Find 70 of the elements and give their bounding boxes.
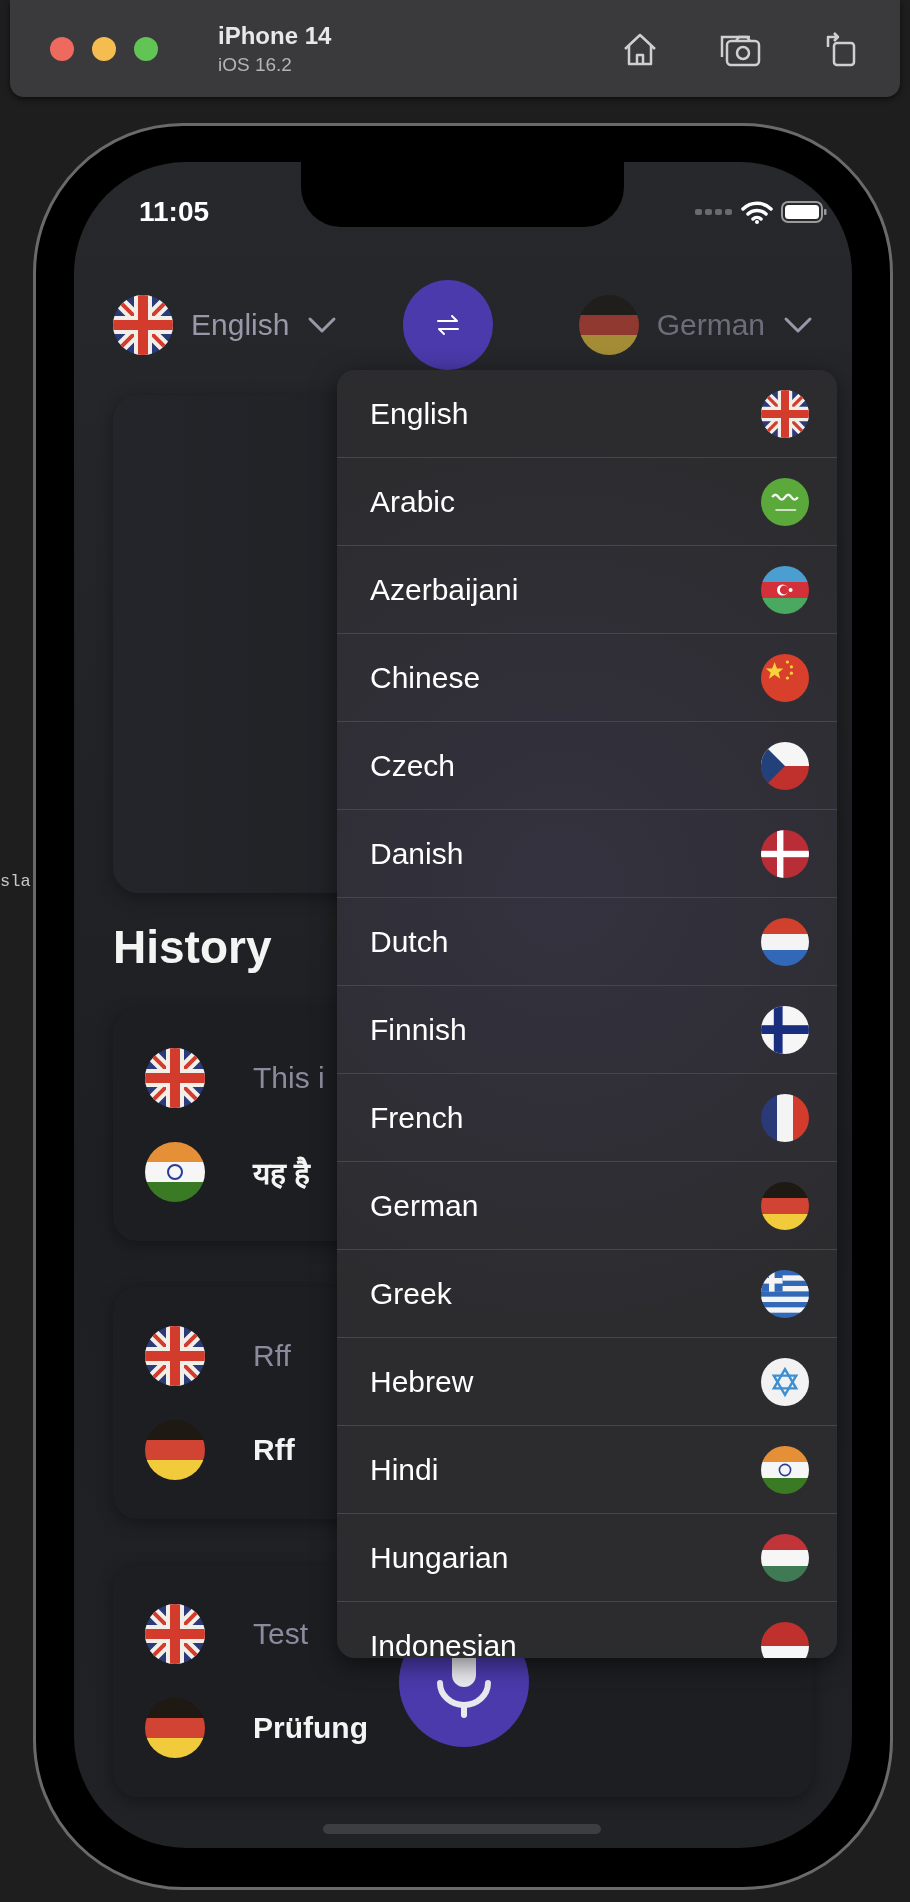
status-time: 11:05: [139, 196, 210, 228]
language-name: English: [370, 396, 469, 431]
language-menu-item[interactable]: Danish: [337, 810, 837, 898]
flag-icon: [761, 917, 809, 966]
zoom-icon[interactable]: [134, 36, 158, 61]
flag-icon: [145, 1420, 205, 1480]
flag-icon: [761, 1181, 809, 1230]
language-menu-item[interactable]: Hebrew: [337, 1338, 837, 1426]
flag-icon: [761, 1269, 809, 1318]
flag-icon: [761, 1533, 809, 1582]
language-name: German: [370, 1188, 479, 1223]
language-name: Indonesian: [370, 1628, 517, 1658]
flag-icon: [761, 477, 809, 526]
flag-icon: [145, 1048, 205, 1108]
language-name: French: [370, 1100, 464, 1135]
flag-icon: [761, 1005, 809, 1054]
code-text: sla: [0, 872, 31, 891]
signal-icon: [695, 208, 733, 216]
source-text: Test: [253, 1617, 309, 1651]
language-menu-item[interactable]: German: [337, 1162, 837, 1250]
language-menu-item[interactable]: Hindi: [337, 1426, 837, 1514]
close-icon[interactable]: [50, 36, 74, 61]
source-text: This i: [253, 1061, 325, 1095]
flag-icon: [761, 389, 809, 438]
language-menu-item[interactable]: Hungarian: [337, 1514, 837, 1602]
translated-text: Rff: [253, 1433, 295, 1467]
language-menu-item[interactable]: Dutch: [337, 898, 837, 986]
language-name: Danish: [370, 836, 464, 871]
flag-icon: [145, 1698, 205, 1758]
language-menu-item[interactable]: Arabic: [337, 458, 837, 546]
flag-icon: [761, 1621, 809, 1658]
flag-icon: [145, 1142, 205, 1202]
flag-icon: [761, 565, 809, 614]
language-name: Greek: [370, 1276, 452, 1311]
language-menu-item[interactable]: French: [337, 1074, 837, 1162]
minimize-icon[interactable]: [92, 36, 116, 61]
flag-icon: [145, 1604, 205, 1664]
history-title: History: [113, 920, 272, 975]
translated-text: Prüfung: [253, 1711, 368, 1745]
translated-text: यह है: [253, 1155, 311, 1192]
flag-icon: [578, 294, 639, 355]
language-menu-item[interactable]: Azerbaijani: [337, 546, 837, 634]
battery-icon: [781, 200, 827, 224]
flag-icon: [761, 741, 809, 790]
language-name: Arabic: [370, 484, 456, 519]
flag-icon: [761, 1445, 809, 1494]
source-text: Rff: [253, 1339, 291, 1373]
language-menu-item[interactable]: Finnish: [337, 986, 837, 1074]
flag-icon: [145, 1326, 205, 1386]
flag-icon: [761, 1357, 809, 1406]
language-name: Czech: [370, 748, 456, 783]
language-menu-item[interactable]: English: [337, 370, 837, 458]
language-menu-item[interactable]: Greek: [337, 1250, 837, 1338]
language-name: Hindi: [370, 1452, 439, 1487]
language-name: Azerbaijani: [370, 572, 519, 607]
language-name: Hebrew: [370, 1364, 474, 1399]
wifi-icon: [741, 200, 773, 224]
chevron-down-icon: [307, 315, 338, 334]
device-name: iPhone 14: [218, 21, 332, 50]
flag-icon: [761, 653, 809, 702]
language-name: Chinese: [370, 660, 481, 695]
language-name: Finnish: [370, 1012, 467, 1047]
language-menu-item[interactable]: Chinese: [337, 634, 837, 722]
flag-icon: [761, 829, 809, 878]
language-menu-item[interactable]: Czech: [337, 722, 837, 810]
source-language-button[interactable]: English: [113, 294, 338, 355]
language-name: Dutch: [370, 924, 449, 959]
flag-icon: [761, 1093, 809, 1142]
os-version: iOS 16.2: [218, 53, 293, 76]
chevron-down-icon: [783, 315, 813, 334]
